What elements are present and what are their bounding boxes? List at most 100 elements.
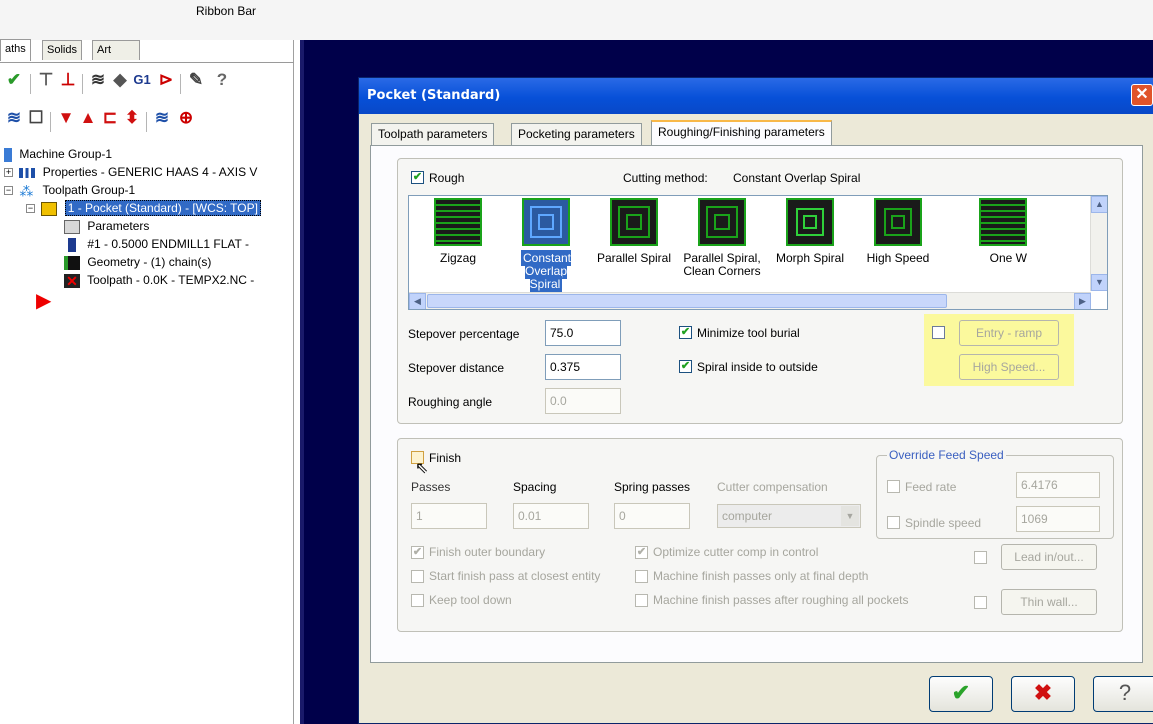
deselect-tool-icon[interactable]: ⊥: [58, 70, 78, 90]
dialog-titlebar[interactable]: Pocket (Standard) ✕: [359, 78, 1153, 114]
method-high-speed[interactable]: High Speed: [859, 198, 937, 265]
toolbar-row-2: ≋ ☐ ▼ ▲ ⊏ ⬍ ≋ ⊕: [0, 108, 294, 136]
collapse-icon[interactable]: −: [26, 204, 35, 214]
stepover-distance-input[interactable]: 0.375: [545, 354, 621, 380]
minimize-burial-checkbox[interactable]: ✔: [679, 326, 692, 339]
delete-icon[interactable]: ✎: [186, 70, 206, 90]
scroll-thumb[interactable]: [427, 294, 947, 308]
tree-item-toolpath[interactable]: ✕ Toolpath - 0.0K - TEMPX2.NC -: [64, 272, 254, 290]
expand-icon[interactable]: +: [4, 168, 13, 178]
method-constant-overlap-spiral[interactable]: Constant Overlap Spiral: [507, 198, 585, 292]
thin-wall-checkbox[interactable]: [974, 596, 987, 609]
passes-input[interactable]: 1: [411, 503, 487, 529]
minimize-burial-label: Minimize tool burial: [697, 326, 800, 340]
tab-toolpath-parameters[interactable]: Toolpath parameters: [371, 123, 495, 145]
spiral-inside-checkbox[interactable]: ✔: [679, 360, 692, 373]
stepover-percentage-input[interactable]: 75.0: [545, 320, 621, 346]
start-closest-checkbox[interactable]: [411, 570, 424, 583]
entry-ramp-button[interactable]: Entry - ramp: [959, 320, 1059, 346]
tree-item-tool[interactable]: #1 - 0.5000 ENDMILL1 FLAT -: [64, 236, 249, 254]
tree-item-pocket-operation[interactable]: − 1 - Pocket (Standard) - [WCS: TOP]: [26, 200, 261, 218]
insert-arrow-icon[interactable]: ▶: [36, 291, 51, 311]
tree-item-parameters[interactable]: Parameters: [64, 218, 149, 236]
roughing-angle-input[interactable]: 0.0: [545, 388, 621, 414]
toolpath-group-icon: ⁂: [19, 182, 34, 199]
tree-item-properties[interactable]: + Properties - GENERIC HAAS 4 - AXIS V: [4, 164, 257, 182]
roughing-angle-label: Roughing angle: [408, 395, 493, 409]
tab-solids[interactable]: Solids: [42, 40, 82, 60]
cutting-method-list[interactable]: Zigzag Constant Overlap Spiral Parallel …: [408, 195, 1108, 310]
help-button[interactable]: ?: [1093, 676, 1153, 712]
method-parallel-spiral[interactable]: Parallel Spiral: [595, 198, 673, 265]
spindle-speed-checkbox[interactable]: [887, 516, 900, 529]
machine-icon: [4, 147, 12, 162]
tree-item-machine-group[interactable]: Machine Group-1: [4, 146, 112, 164]
tab-art[interactable]: Art: [92, 40, 140, 60]
help-icon[interactable]: ?: [212, 70, 232, 90]
tab-toolpaths[interactable]: aths: [0, 39, 31, 61]
post-icon[interactable]: G1: [132, 70, 152, 90]
spring-passes-input[interactable]: 0: [614, 503, 690, 529]
select-all-icon[interactable]: ✔: [4, 70, 24, 90]
high-speed-button[interactable]: High Speed...: [959, 354, 1059, 380]
cancel-button[interactable]: ✖: [1011, 676, 1075, 712]
one-way-icon: [979, 198, 1027, 246]
insert-arrow-icon[interactable]: ⊏: [100, 108, 120, 128]
method-list-hscroll[interactable]: ◀ ▶: [409, 292, 1091, 309]
dirty-toolpath-icon: ✕: [64, 273, 80, 288]
toggle-display-icon[interactable]: ☐: [26, 108, 46, 128]
lock-icon[interactable]: ≋: [4, 108, 24, 128]
method-list-vscroll[interactable]: ▲ ▼: [1090, 196, 1107, 291]
keep-down-checkbox[interactable]: [411, 594, 424, 607]
final-depth-checkbox[interactable]: [635, 570, 648, 583]
filter-icon[interactable]: ≋: [152, 108, 172, 128]
backplot-icon[interactable]: ◆: [110, 70, 130, 90]
tree-item-label: Geometry - (1) chain(s): [87, 255, 212, 269]
finish-outer-checkbox[interactable]: ✔: [411, 546, 424, 559]
spring-passes-label: Spring passes: [614, 480, 691, 494]
spacing-input[interactable]: 0.01: [513, 503, 589, 529]
cutter-comp-select[interactable]: computer ▼: [717, 504, 861, 528]
method-zigzag[interactable]: Zigzag: [419, 198, 497, 265]
folder-icon: [41, 201, 58, 216]
method-one-way[interactable]: One W: [947, 198, 1027, 265]
select-tool-icon[interactable]: ⊤: [36, 70, 56, 90]
ribbon-title: Ribbon Bar: [196, 4, 257, 18]
scroll-right-icon[interactable]: ▶: [1074, 293, 1091, 309]
regenerate-icon[interactable]: ≋: [88, 70, 108, 90]
chevron-down-icon[interactable]: ▼: [841, 506, 859, 526]
tree-item-geometry[interactable]: Geometry - (1) chain(s): [64, 254, 211, 272]
scroll-left-icon[interactable]: ◀: [409, 293, 426, 309]
after-roughing-checkbox[interactable]: [635, 594, 648, 607]
collapse-icon[interactable]: −: [4, 186, 13, 196]
cutter-comp-label: Cutter compensation: [717, 480, 828, 494]
entry-ramp-checkbox[interactable]: [932, 326, 945, 339]
move-down-icon[interactable]: ▼: [56, 108, 76, 128]
lead-in-out-checkbox[interactable]: [974, 551, 987, 564]
scroll-to-insert-icon[interactable]: ⬍: [122, 108, 142, 128]
rough-checkbox[interactable]: ✔: [411, 171, 424, 184]
close-icon[interactable]: ✕: [1131, 84, 1153, 106]
tab-roughing-finishing[interactable]: Roughing/Finishing parameters: [651, 120, 832, 146]
cutter-comp-value: computer: [722, 509, 773, 523]
move-up-icon[interactable]: ▲: [78, 108, 98, 128]
parameters-folder-icon: [64, 219, 80, 234]
feed-rate-input[interactable]: 6.4176: [1016, 472, 1100, 498]
ok-button[interactable]: ✔: [929, 676, 993, 712]
feed-rate-checkbox[interactable]: [887, 480, 900, 493]
lead-in-out-button[interactable]: Lead in/out...: [1001, 544, 1097, 570]
optimize-comp-checkbox[interactable]: ✔: [635, 546, 648, 559]
start-closest-label: Start finish pass at closest entity: [429, 569, 601, 583]
tree-item-toolpath-group[interactable]: − ⁂ Toolpath Group-1: [4, 182, 135, 200]
tab-pocketing-parameters[interactable]: Pocketing parameters: [511, 123, 642, 145]
target-icon[interactable]: ⊕: [176, 108, 196, 128]
thin-wall-button[interactable]: Thin wall...: [1001, 589, 1097, 615]
method-parallel-spiral-clean-corners[interactable]: Parallel Spiral, Clean Corners: [683, 198, 761, 278]
scroll-down-icon[interactable]: ▼: [1091, 274, 1107, 291]
spindle-speed-input[interactable]: 1069: [1016, 506, 1100, 532]
highfeed-icon[interactable]: ⊳: [156, 70, 176, 90]
scroll-up-icon[interactable]: ▲: [1091, 196, 1107, 213]
method-morph-spiral[interactable]: Morph Spiral: [771, 198, 849, 265]
keep-down-label: Keep tool down: [429, 593, 512, 607]
separator: [146, 112, 147, 132]
